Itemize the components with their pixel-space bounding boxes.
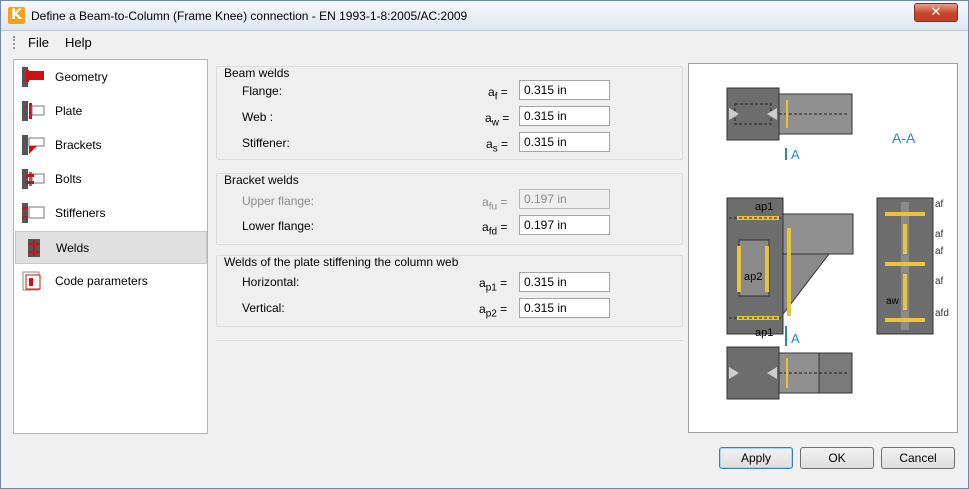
plate-icon	[22, 101, 45, 121]
ap1-symbol: ap1 =	[479, 276, 508, 294]
vertical-weld-input[interactable]	[519, 298, 610, 318]
group-title: Bracket welds	[224, 173, 299, 187]
menu-grip-icon	[13, 36, 16, 49]
content-divider	[216, 340, 683, 341]
weld-diagram: A A-A ap1 ap2 ap1 A af af af af afd aw	[726, 87, 949, 400]
cut-a-bottom-label: A	[791, 331, 800, 346]
group-title: Beam welds	[224, 66, 290, 80]
nav-item-geometry[interactable]: Geometry	[15, 61, 207, 94]
welds-icon	[28, 239, 40, 257]
horizontal-weld-input[interactable]	[519, 272, 610, 292]
nav-label: Stiffeners	[55, 206, 106, 220]
vertical-label: Vertical:	[242, 301, 285, 315]
flange-label: Flange:	[242, 84, 283, 98]
brackets-icon	[22, 135, 45, 155]
menu-bar: File Help	[1, 32, 968, 53]
ap1-bottom-label: ap1	[755, 327, 773, 339]
code-parameters-icon	[22, 271, 41, 291]
nav-label: Geometry	[55, 70, 108, 84]
close-button[interactable]: ✕	[914, 3, 958, 22]
plate-welds-group: Welds of the plate stiffening the column…	[216, 255, 683, 327]
nav-label: Bolts	[55, 172, 82, 186]
nav-item-code-parameters[interactable]: Code parameters	[15, 265, 207, 298]
afu-symbol: afu =	[482, 195, 508, 213]
bolts-icon	[22, 169, 45, 189]
ap2-label: ap2	[744, 271, 762, 283]
group-title: Welds of the plate stiffening the column…	[224, 255, 459, 269]
window-title: Define a Beam-to-Column (Frame Knee) con…	[31, 9, 468, 23]
lower-flange-label: Lower flange:	[242, 219, 315, 233]
af-label-3: af	[935, 246, 944, 257]
as-symbol: as =	[486, 137, 509, 155]
upper-flange-weld-input	[519, 189, 610, 209]
aw-symbol: aw =	[485, 111, 510, 129]
nav-label: Plate	[55, 104, 83, 118]
nav-item-bolts[interactable]: Bolts	[15, 163, 207, 196]
section-aa-label: A-A	[892, 130, 916, 146]
apply-button[interactable]: Apply	[719, 447, 793, 469]
af-label-4: af	[935, 276, 944, 287]
cut-a-top-label: A	[791, 147, 800, 162]
menu-file[interactable]: File	[28, 35, 49, 50]
nav-item-plate[interactable]: Plate	[15, 95, 207, 128]
top-plan-view	[726, 87, 853, 160]
ap1-top-label: ap1	[755, 201, 773, 213]
afd-label: afd	[935, 308, 949, 319]
lower-flange-weld-input[interactable]	[519, 215, 610, 235]
menu-help[interactable]: Help	[65, 35, 92, 50]
nav-label: Brackets	[55, 138, 102, 152]
bottom-plan-view	[726, 346, 853, 400]
app-logo-icon: K	[8, 7, 25, 24]
stiffeners-icon	[22, 203, 45, 223]
ap2-symbol: ap2 =	[479, 302, 508, 320]
bracket-welds-group: Bracket welds	[216, 173, 683, 245]
title-bar: K Define a Beam-to-Column (Frame Knee) c…	[1, 1, 968, 31]
flange-weld-input[interactable]	[519, 80, 610, 100]
web-weld-input[interactable]	[519, 106, 610, 126]
connection-preview: A A-A ap1 ap2 ap1 A af af af af afd aw	[688, 63, 958, 433]
upper-flange-label: Upper flange:	[242, 194, 315, 208]
aw-label: aw	[886, 296, 900, 307]
nav-label: Welds	[56, 241, 90, 255]
nav-item-stiffeners[interactable]: Stiffeners	[15, 197, 207, 230]
af-label-2: af	[935, 229, 944, 240]
af-label-1: af	[935, 199, 944, 210]
afd-symbol: afd =	[482, 220, 508, 238]
cancel-button[interactable]: Cancel	[881, 447, 955, 469]
web-label: Web :	[242, 110, 274, 124]
nav-label: Code parameters	[55, 274, 148, 288]
horizontal-label: Horizontal:	[242, 275, 300, 289]
af-symbol: af =	[488, 85, 508, 103]
nav-item-brackets[interactable]: Brackets	[15, 129, 207, 162]
section-aa-view	[876, 197, 934, 335]
ok-button[interactable]: OK	[800, 447, 874, 469]
geometry-icon	[22, 67, 44, 87]
nav-item-welds[interactable]: Welds	[15, 231, 207, 264]
dialog-window: K Define a Beam-to-Column (Frame Knee) c…	[0, 0, 969, 489]
stiffener-label: Stiffener:	[242, 136, 290, 150]
stiffener-weld-input[interactable]	[519, 132, 610, 152]
section-nav-list: Geometry Plate Brackets Bolts Stiffeners…	[13, 59, 208, 434]
